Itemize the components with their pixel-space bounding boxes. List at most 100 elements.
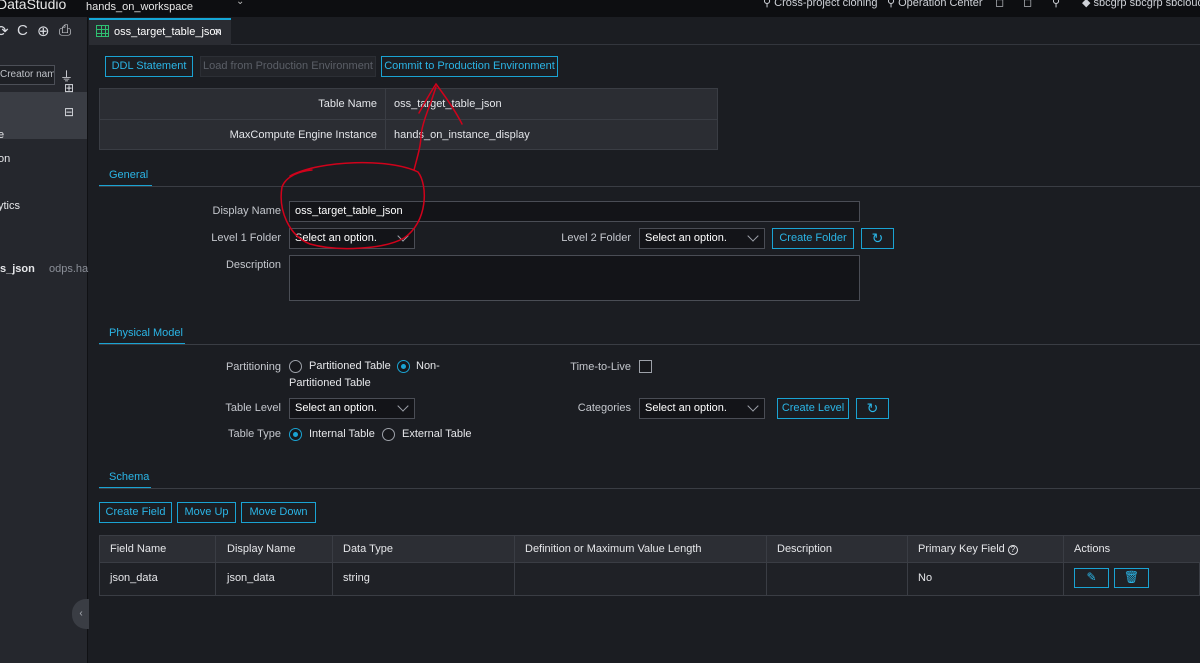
refresh-folders-button[interactable]: ↻ xyxy=(861,228,894,249)
divider xyxy=(100,562,1200,563)
edit-icon: ✎ xyxy=(1086,570,1097,584)
creator-search-input[interactable]: Creator name xyxy=(0,65,55,85)
section-physical-model: Physical Model xyxy=(109,327,183,339)
move-down-button[interactable]: Move Down xyxy=(241,502,316,523)
sidebar-item-4[interactable]: ytics xyxy=(0,200,20,212)
level1-folder-value: Select an option. xyxy=(295,232,377,244)
non-partitioned-label-line2[interactable]: Partitioned Table xyxy=(289,377,371,389)
divider xyxy=(385,89,386,119)
partitioning-label: Partitioning xyxy=(225,361,281,373)
cell-field-name: json_data xyxy=(110,572,158,584)
edit-field-button[interactable]: ✎ xyxy=(1074,568,1109,588)
grid-view-icon[interactable]: ⊞ xyxy=(64,81,74,95)
divider xyxy=(907,536,908,596)
column-header-definition: Definition or Maximum Value Length xyxy=(525,543,702,555)
ttl-label: Time-to-Live xyxy=(570,361,631,373)
internal-table-radio[interactable] xyxy=(289,428,302,441)
cell-primary-key: No xyxy=(918,572,933,584)
top-bar: DataStudio hands_on_workspace ⌄ ⚲ Cross-… xyxy=(0,0,1200,17)
display-name-input[interactable]: oss_target_table_json xyxy=(289,201,860,222)
level2-folder-select[interactable]: Select an option. xyxy=(639,228,765,249)
description-label: Description xyxy=(225,259,281,271)
user-name: sbcgrp sbcgrp sbcloud xyxy=(1093,0,1200,9)
tab-label: oss_target_table_json xyxy=(114,26,222,38)
collapse-sidebar-button[interactable]: ‹ xyxy=(72,599,90,629)
level1-folder-select[interactable]: Select an option. xyxy=(289,228,415,249)
create-folder-button[interactable]: Create Folder xyxy=(772,228,854,249)
ddl-statement-button[interactable]: DDL Statement xyxy=(105,56,193,77)
ttl-checkbox[interactable] xyxy=(639,360,652,373)
chevron-down-icon xyxy=(747,230,759,242)
table-icon[interactable]: ⊟ xyxy=(64,105,74,119)
editor-tab-strip: oss_target_table_json × xyxy=(89,17,1200,45)
chevron-down-icon[interactable]: ⌄ xyxy=(236,0,244,7)
categories-select[interactable]: Select an option. xyxy=(639,398,765,419)
add-folder-icon[interactable]: ⟳ xyxy=(0,22,9,40)
description-textarea[interactable] xyxy=(289,255,860,301)
divider xyxy=(99,344,1200,345)
locate-icon[interactable]: ⊕ xyxy=(37,22,50,40)
partitioned-table-radio[interactable] xyxy=(289,360,302,373)
table-type-label: Table Type xyxy=(227,428,281,440)
engine-instance-label: MaxCompute Engine Instance xyxy=(229,129,377,141)
sidebar-item-1[interactable]: e xyxy=(0,129,4,141)
divider xyxy=(514,536,515,596)
close-icon[interactable]: × xyxy=(214,24,222,39)
non-partitioned-table-radio[interactable] xyxy=(397,360,410,373)
sidebar-item-table[interactable]: s_json odps.ha xyxy=(0,263,88,275)
level2-folder-value: Select an option. xyxy=(645,232,727,244)
divider xyxy=(332,536,333,596)
categories-label: Categories xyxy=(577,402,631,414)
refresh-icon: ↻ xyxy=(871,230,884,246)
trash-icon: 🗑 xyxy=(1123,570,1140,584)
cell-display-name: json_data xyxy=(227,572,275,584)
question-icon[interactable]: ? xyxy=(1007,545,1018,555)
level1-folder-label: Level 1 Folder xyxy=(211,232,281,244)
import-icon[interactable]: ⎙ xyxy=(59,22,71,39)
bell-icon[interactable]: ◻ xyxy=(995,0,1004,9)
refresh-icon: ↻ xyxy=(866,400,879,416)
chevron-down-icon xyxy=(747,400,759,412)
engine-instance-value: hands_on_instance_display xyxy=(394,129,530,141)
create-field-button[interactable]: Create Field xyxy=(99,502,172,523)
search-icon[interactable]: ⚲ xyxy=(1052,0,1060,9)
section-schema: Schema xyxy=(109,471,150,483)
table-level-select[interactable]: Select an option. xyxy=(289,398,415,419)
left-sidebar: ⟳ C ⊕ ⎙ Creator name ⏚ ⊞ ⊟ e on ytics s_… xyxy=(0,17,90,663)
partitioned-table-label[interactable]: Partitioned Table xyxy=(309,360,391,372)
help-doc-icon[interactable]: ◻ xyxy=(1023,0,1032,9)
sidebar-item-2[interactable]: on xyxy=(0,153,10,165)
operation-center-label: Operation Center xyxy=(898,0,983,9)
workspace-selector[interactable]: hands_on_workspace xyxy=(86,1,193,13)
external-table-radio[interactable] xyxy=(382,428,395,441)
refresh-icon[interactable]: C xyxy=(17,22,28,39)
user-account[interactable]: ◆ sbcgrp sbcgrp sbcloud xyxy=(1082,0,1200,9)
table-level-label: Table Level xyxy=(225,402,281,414)
operation-center-link[interactable]: ⚲ Operation Center xyxy=(887,0,983,9)
divider xyxy=(766,536,767,596)
divider xyxy=(215,536,216,596)
delete-field-button[interactable]: 🗑 xyxy=(1114,568,1149,588)
load-from-production-button[interactable]: Load from Production Environment xyxy=(200,56,376,77)
categories-value: Select an option. xyxy=(645,402,727,414)
move-up-button[interactable]: Move Up xyxy=(177,502,236,523)
column-header-actions: Actions xyxy=(1074,543,1111,555)
table-name-label: Table Name xyxy=(318,98,377,110)
commit-to-production-button[interactable]: Commit to Production Environment xyxy=(381,56,558,77)
external-table-label[interactable]: External Table xyxy=(402,428,472,440)
column-header-primary-key: Primary Key Field? xyxy=(918,543,1018,555)
tab-oss-target-table-json[interactable]: oss_target_table_json × xyxy=(89,18,231,45)
primary-key-header-label: Primary Key Field xyxy=(918,543,1005,555)
chevron-down-icon xyxy=(397,400,409,412)
refresh-levels-button[interactable]: ↻ xyxy=(856,398,889,419)
create-level-button[interactable]: Create Level xyxy=(777,398,849,419)
chevron-down-icon xyxy=(397,230,409,242)
internal-table-label[interactable]: Internal Table xyxy=(309,428,375,440)
display-name-label: Display Name xyxy=(212,205,281,217)
section-general: General xyxy=(109,169,149,181)
cross-project-cloning-link[interactable]: ⚲ Cross-project cloning xyxy=(763,0,877,9)
non-partitioned-label-line1[interactable]: Non- xyxy=(416,360,440,372)
table-info-panel: Table Name oss_target_table_json MaxComp… xyxy=(99,88,718,150)
table-editor: DDL Statement Load from Production Envir… xyxy=(89,46,1200,663)
divider xyxy=(99,488,1200,489)
